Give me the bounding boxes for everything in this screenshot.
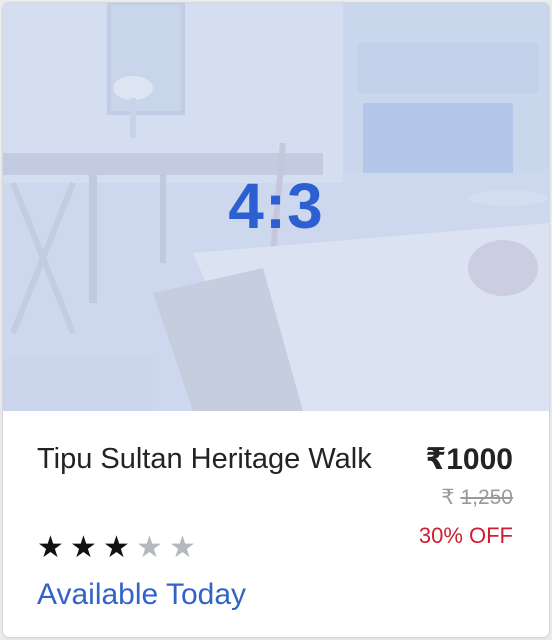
star-filled-icon: ★	[37, 531, 64, 564]
discount-badge: 30% OFF	[418, 523, 513, 548]
star-empty-icon: ★	[136, 531, 163, 564]
current-price-currency: ₹	[425, 443, 447, 476]
original-price-currency: ₹	[441, 486, 455, 509]
star-empty-icon: ★	[169, 531, 196, 564]
activity-title[interactable]: Tipu Sultan Heritage Walk	[37, 439, 377, 479]
original-price-value: 1,250	[460, 486, 513, 509]
card-image[interactable]: 4:3	[3, 3, 549, 411]
image-ratio-label: 4:3	[228, 170, 324, 242]
star-filled-icon: ★	[103, 531, 130, 564]
current-price-value: 1000	[446, 443, 513, 476]
star-filled-icon: ★	[70, 531, 97, 564]
card-details: Tipu Sultan Heritage Walk ₹1000 ₹ 1,250 …	[3, 411, 549, 637]
price-block: ₹1000 ₹ 1,250 30% OFF	[419, 441, 513, 551]
original-price: ₹ 1,250	[419, 483, 513, 513]
availability-link[interactable]: Available Today	[37, 575, 246, 615]
current-price: ₹1000	[419, 441, 513, 479]
star-rating: ★ ★ ★ ★ ★	[36, 531, 197, 565]
activity-card[interactable]: 4:3 Tipu Sultan Heritage Walk ₹1000 ₹ 1,…	[3, 3, 549, 637]
